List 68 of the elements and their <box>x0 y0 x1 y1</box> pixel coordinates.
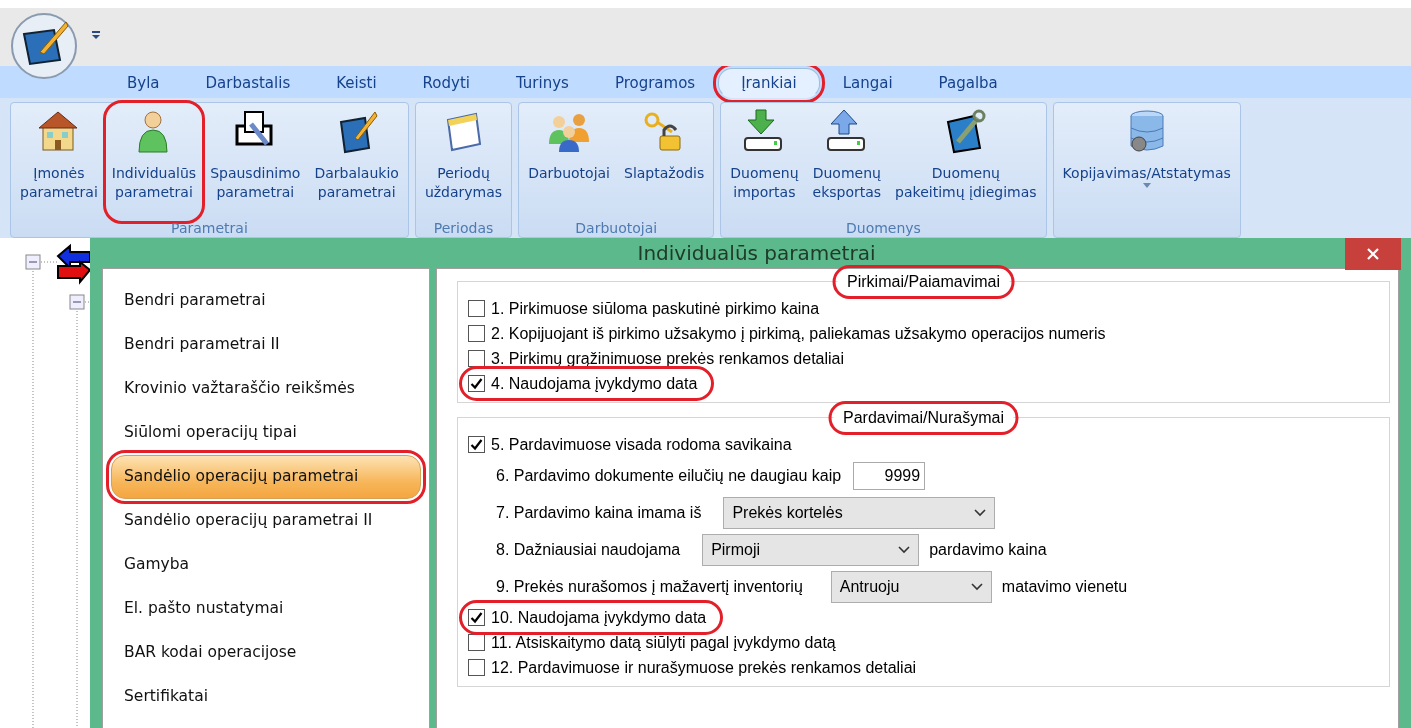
field-suffix: matavimo vienetu <box>1001 576 1128 597</box>
close-button[interactable] <box>1345 238 1401 270</box>
checkbox-label: 10. Naudojama įvykdymo data <box>491 607 707 628</box>
chevron-down-icon <box>898 545 911 554</box>
ribbon-tab[interactable]: Keisti <box>313 68 400 98</box>
chevron-down-icon <box>970 582 983 591</box>
field-label: 7. Pardavimo kaina imama iš <box>496 502 702 523</box>
ribbon-button[interactable]: Individualūs parametrai <box>107 105 201 219</box>
check-icon <box>470 377 483 390</box>
ribbon-button[interactable]: Darbalaukio parametrai <box>310 105 403 219</box>
ribbon-tab[interactable]: Byla <box>104 68 183 98</box>
ribbon-tab[interactable]: Programos <box>591 68 719 98</box>
settings-list-item[interactable]: Bendri parametrai <box>111 279 421 323</box>
field-suffix: pardavimo kaina <box>929 539 1047 560</box>
field-label: 8. Dažniausiai naudojama <box>496 539 681 560</box>
checkbox-label: 12. Pardavimuose ir nurašymuose prekės renkamos detaliai <box>491 657 917 678</box>
ribbon-tab[interactable]: Rodyti <box>399 68 493 98</box>
close-icon <box>1367 248 1379 260</box>
checkbox[interactable] <box>468 634 485 651</box>
checkbox[interactable] <box>468 609 485 626</box>
ribbon-button[interactable]: Kopijavimas/Atstatymas <box>1058 105 1235 237</box>
customize-caret-icon[interactable] <box>91 30 101 40</box>
settings-list-item[interactable]: BAR kodai operacijose <box>111 631 421 675</box>
ribbon-tab[interactable]: Pagalba <box>915 68 1021 98</box>
settings-list-item[interactable]: Gamyba <box>111 543 421 587</box>
ribbon-tab[interactable]: Langai <box>819 68 916 98</box>
settings-list-item[interactable]: Sertifikatai <box>111 675 421 719</box>
dialog-title: Individualūs parametrai <box>637 240 876 267</box>
check-icon <box>470 611 483 624</box>
checkbox-label: 4. Naudojama įvykdymo data <box>491 373 698 394</box>
field-label: 9. Prekės nurašomos į mažavertį inventorių <box>496 576 803 597</box>
settings-list-item[interactable]: Krovinio važtaraščio reikšmės <box>111 367 421 411</box>
ribbon-button[interactable]: Įmonės parametrai <box>16 105 102 219</box>
checkbox[interactable] <box>468 659 485 676</box>
field-label: 6. Pardavimo dokumente eilučių ne daugiau kaip <box>496 465 842 486</box>
group-label: Parametrai <box>170 219 249 237</box>
ribbon-tab[interactable]: Darbastalis <box>182 68 314 98</box>
settings-list-item[interactable]: Sandėlio operacijų parametrai II <box>111 499 421 543</box>
group-label: Darbuotojai <box>574 219 659 237</box>
checkbox-label: 1. Pirkimuose siūloma paskutinė pirkimo kaina <box>491 298 820 319</box>
ribbon-button[interactable]: Duomenų eksportas <box>808 105 886 219</box>
ribbon-button[interactable]: Darbuotojai <box>524 105 614 219</box>
group-label: Periodas <box>432 219 495 237</box>
settings-list-item[interactable]: Siūlomi operacijų tipai <box>111 411 421 455</box>
dropdown-field[interactable]: Prekės kortelės <box>723 496 996 529</box>
checkbox-label: 3. Pirkimų grąžinimuose prekės renkamos detaliai <box>491 348 845 369</box>
ribbon-button[interactable]: Spausdinimo parametrai <box>206 105 305 219</box>
dropdown-field[interactable]: Antruoju <box>830 570 992 603</box>
dropdown-field[interactable]: Pirmoji <box>702 533 920 566</box>
check-icon <box>470 438 483 451</box>
group-label: Duomenys <box>845 219 922 237</box>
checkbox[interactable] <box>468 375 485 392</box>
ribbon-tab[interactable]: Turinys <box>492 68 592 98</box>
settings-list-item[interactable]: El. pašto nustatymai <box>111 587 421 631</box>
ribbon-button[interactable]: Slaptažodis <box>620 105 709 219</box>
ribbon-button[interactable]: Duomenų importas <box>726 105 803 219</box>
checkbox[interactable] <box>468 350 485 367</box>
checkbox[interactable] <box>468 300 485 317</box>
ribbon-button[interactable]: Duomenų pakeitimų įdiegimas <box>891 105 1041 219</box>
ribbon-button[interactable]: Periodų uždarymas <box>420 105 507 219</box>
checkbox-label: 2. Kopijuojant iš pirkimo užsakymo į pirkimą, paliekamas užsakymo operacijos numeris <box>491 323 1106 344</box>
settings-list-item[interactable]: Bendri parametrai II <box>111 323 421 367</box>
checkbox-label: 5. Pardavimuose visada rodoma savikaina <box>491 434 792 455</box>
chevron-down-icon <box>974 508 987 517</box>
checkbox[interactable] <box>468 325 485 342</box>
checkbox[interactable] <box>468 436 485 453</box>
number-field[interactable]: 9999 <box>853 461 926 490</box>
checkbox-label: 11. Atsiskaitymo datą siūlyti pagal įvykdymo datą <box>491 632 836 653</box>
